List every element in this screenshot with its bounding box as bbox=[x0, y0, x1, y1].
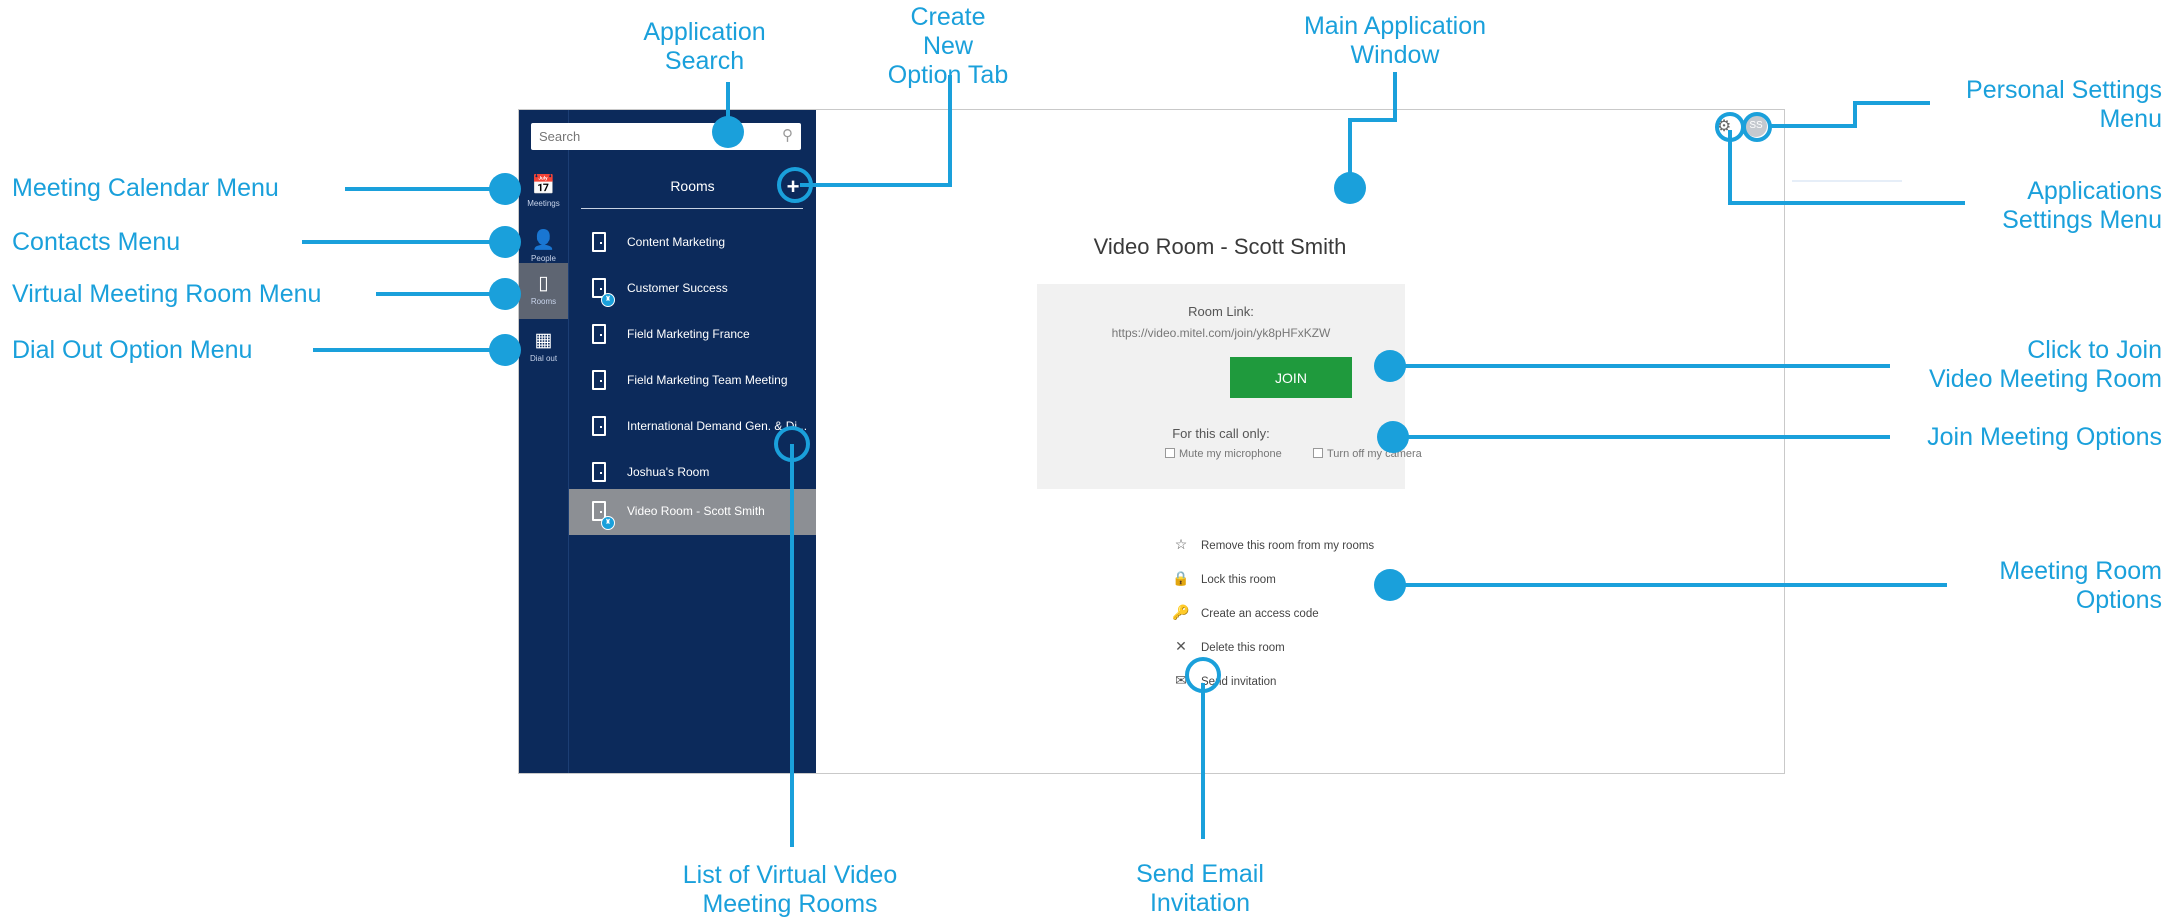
option-label: Create an access code bbox=[1201, 608, 1319, 620]
door-icon bbox=[592, 324, 606, 344]
room-list-item-active[interactable]: ♜ Video Room - Scott Smith bbox=[569, 489, 816, 535]
door-icon bbox=[592, 232, 606, 252]
option-label: Send invitation bbox=[1201, 676, 1277, 688]
nav-item-dial-out[interactable]: ▦ Dial out bbox=[519, 320, 568, 372]
call-only-label: For this call only: bbox=[1172, 426, 1270, 441]
callout-click-to-join: Click to Join Video Meeting Room bbox=[1928, 336, 2162, 393]
callout-list-of-virtual-rooms: List of Virtual Video Meeting Rooms bbox=[682, 861, 898, 918]
checkbox-icon bbox=[1313, 448, 1323, 458]
room-name: International Demand Gen. & Di... bbox=[627, 419, 808, 433]
room-link-label: Room Link: bbox=[1188, 304, 1254, 319]
add-room-button[interactable]: + bbox=[782, 176, 804, 198]
camera-label: Turn off my camera bbox=[1327, 448, 1422, 460]
callout-meeting-calendar-menu: Meeting Calendar Menu bbox=[12, 174, 279, 202]
owner-badge-icon: ♜ bbox=[601, 293, 615, 307]
lock-icon: 🔒 bbox=[1172, 570, 1190, 586]
option-label: Remove this room from my rooms bbox=[1201, 540, 1375, 552]
rooms-panel: Rooms + Content Marketing ♜ Customer Suc… bbox=[568, 110, 816, 773]
room-link-card: Room Link: https://video.mitel.com/join/… bbox=[1037, 284, 1422, 489]
lock-room-option[interactable]: 🔒 Lock this room bbox=[1171, 570, 1276, 587]
nav-item-rooms[interactable]: ▯ Rooms bbox=[519, 263, 568, 319]
callout-dial-out-option-menu: Dial Out Option Menu bbox=[12, 336, 253, 364]
nav-label: Meetings bbox=[527, 199, 560, 208]
door-icon bbox=[592, 462, 606, 482]
callout-send-email-invitation: Send Email Invitation bbox=[1136, 860, 1264, 917]
room-list-item[interactable]: Field Marketing France bbox=[569, 312, 816, 358]
envelope-icon: ✉ bbox=[1175, 672, 1187, 688]
callout-applications-settings-menu: Applications Settings Menu bbox=[2002, 177, 2162, 234]
room-name: Joshua's Room bbox=[627, 465, 710, 479]
room-list-item[interactable]: Content Marketing bbox=[569, 220, 816, 266]
callout-create-new-option-tab: Create New Option Tab bbox=[887, 3, 1009, 89]
gear-icon[interactable]: ⚙ bbox=[1712, 115, 1736, 139]
mute-label: Mute my microphone bbox=[1179, 448, 1282, 460]
divider bbox=[1792, 180, 1902, 182]
option-label: Delete this room bbox=[1201, 642, 1285, 654]
nav-label: People bbox=[531, 254, 556, 263]
search-box: ⚲ bbox=[531, 123, 801, 150]
callout-personal-settings-menu: Personal Settings Menu bbox=[1966, 76, 2162, 133]
main-application-window: 📅 Meetings 👤 People ▯ Rooms ▦ Dial out ⚲… bbox=[518, 109, 1785, 774]
room-title: Video Room - Scott Smith bbox=[1093, 234, 1347, 259]
nav-label: Dial out bbox=[529, 354, 558, 363]
nav-item-meetings[interactable]: 📅 Meetings bbox=[519, 165, 568, 217]
mute-checkbox[interactable]: Mute my microphone bbox=[1165, 448, 1282, 460]
room-list-item[interactable]: International Demand Gen. & Di... bbox=[569, 404, 816, 450]
main-content: Video Room - Scott Smith Room Link: http… bbox=[816, 110, 1784, 773]
door-icon bbox=[592, 416, 606, 436]
contacts-icon: 👤 bbox=[531, 230, 556, 251]
join-button[interactable]: JOIN bbox=[1230, 357, 1352, 398]
calendar-icon: 📅 bbox=[531, 175, 556, 196]
remove-room-option[interactable]: ☆ Remove this room from my rooms bbox=[1171, 536, 1374, 553]
close-icon: ✕ bbox=[1175, 638, 1187, 654]
checkbox-icon bbox=[1165, 448, 1175, 458]
option-label: Lock this room bbox=[1201, 574, 1276, 586]
callout-application-search: Application Search bbox=[643, 18, 766, 75]
star-icon: ☆ bbox=[1174, 536, 1188, 552]
room-link-url[interactable]: https://video.mitel.com/join/yk8pHFxKZW bbox=[1037, 326, 1405, 340]
camera-checkbox[interactable]: Turn off my camera bbox=[1313, 448, 1422, 460]
access-code-option[interactable]: 🔑 Create an access code bbox=[1171, 604, 1319, 621]
room-name: Field Marketing France bbox=[627, 327, 750, 341]
dialpad-icon: ▦ bbox=[534, 330, 553, 351]
room-list-item[interactable]: Field Marketing Team Meeting bbox=[569, 358, 816, 404]
key-icon: 🔑 bbox=[1172, 604, 1190, 620]
nav-label: Rooms bbox=[530, 297, 557, 306]
room-name: Content Marketing bbox=[627, 235, 726, 249]
door-icon bbox=[592, 370, 606, 390]
rooms-title: Rooms bbox=[670, 178, 715, 194]
nav-icon-bar: 📅 Meetings 👤 People ▯ Rooms ▦ Dial out bbox=[519, 110, 568, 773]
avatar[interactable]: SS bbox=[1745, 115, 1767, 137]
room-name: Video Room - Scott Smith bbox=[627, 504, 765, 518]
callout-join-meeting-options: Join Meeting Options bbox=[1927, 423, 2162, 451]
search-input[interactable] bbox=[537, 123, 761, 150]
send-invitation-option[interactable]: ✉ Send invitation bbox=[1171, 672, 1276, 689]
callout-main-application-window: Main Application Window bbox=[1303, 12, 1487, 69]
owner-badge-icon: ♜ bbox=[601, 516, 615, 530]
room-name: Customer Success bbox=[627, 281, 728, 295]
callout-meeting-room-options: Meeting Room Options bbox=[1999, 557, 2162, 614]
search-icon[interactable]: ⚲ bbox=[782, 126, 793, 144]
door-icon: ▯ bbox=[538, 273, 549, 294]
callout-virtual-meeting-room-menu: Virtual Meeting Room Menu bbox=[12, 280, 322, 308]
delete-room-option[interactable]: ✕ Delete this room bbox=[1171, 638, 1285, 655]
room-list-item[interactable]: ♜ Customer Success bbox=[569, 266, 816, 312]
room-name: Field Marketing Team Meeting bbox=[627, 373, 788, 387]
rooms-divider bbox=[581, 208, 803, 209]
callout-contacts-menu: Contacts Menu bbox=[12, 228, 181, 256]
